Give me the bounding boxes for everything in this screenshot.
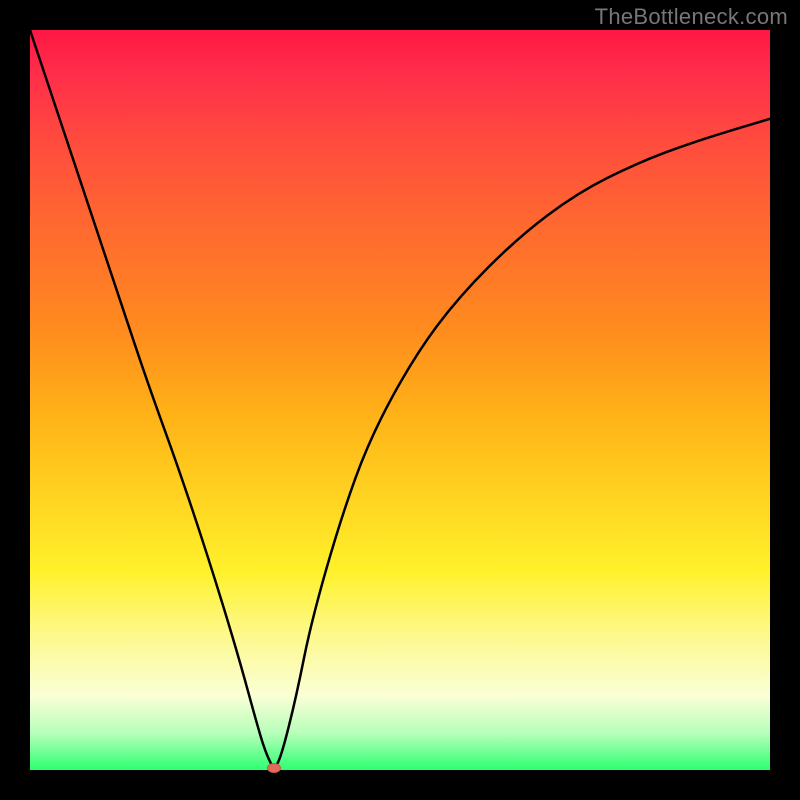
plot-area: [30, 30, 770, 770]
gradient-background: [30, 30, 770, 770]
chart-frame: TheBottleneck.com: [0, 0, 800, 800]
attribution-text: TheBottleneck.com: [595, 4, 788, 30]
